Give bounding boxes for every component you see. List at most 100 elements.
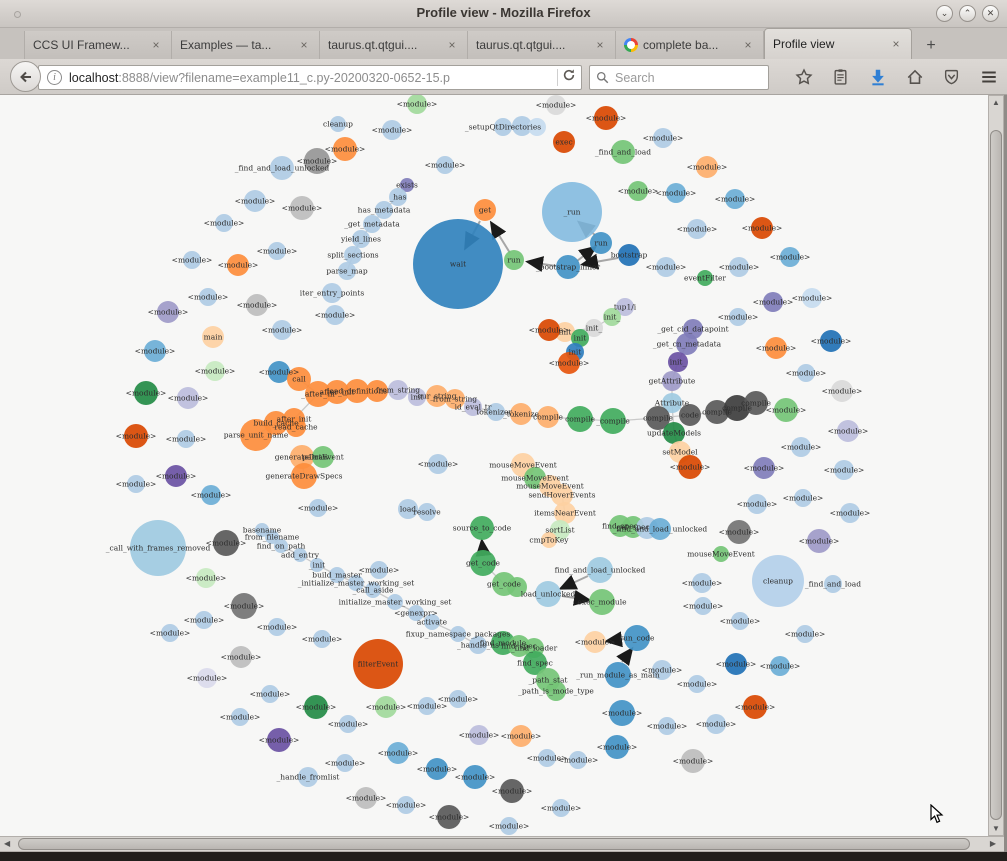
vertical-scrollbar[interactable]: ▲ ▼ [988, 95, 1004, 836]
page-info-icon[interactable]: i [47, 70, 62, 85]
svg-text:cleanup: cleanup [763, 577, 793, 586]
svg-text:_compile: _compile [596, 417, 630, 426]
svg-text:<module>: <module> [597, 743, 638, 752]
svg-text:resolve: resolve [413, 508, 441, 517]
svg-text:<module>: <module> [756, 344, 797, 353]
search-box[interactable] [589, 65, 769, 90]
svg-text:wait: wait [450, 260, 466, 269]
svg-text:<module>: <module> [786, 369, 827, 378]
tab-label: Examples — ta... [180, 38, 297, 52]
tab-taurus-qtgui-2[interactable]: taurus.qt.qtgui.... × [468, 31, 616, 59]
svg-text:<module>: <module> [529, 326, 570, 335]
url-text[interactable]: localhost:8888/view?filename=example11_c… [69, 71, 554, 85]
tab-google-search[interactable]: complete ba... × [616, 31, 764, 59]
home-icon [906, 68, 924, 86]
tab-close-icon[interactable]: × [149, 38, 163, 52]
reload-icon [562, 68, 576, 82]
svg-text:_bootstrap_inner: _bootstrap_inner [536, 263, 601, 272]
horizontal-scrollbar-thumb[interactable] [18, 838, 970, 850]
svg-text:<module>: <module> [237, 301, 278, 310]
svg-text:<module>: <module> [586, 114, 627, 123]
svg-text:<module>: <module> [682, 579, 723, 588]
tab-strip: CCS UI Framew... × Examples — ta... × ta… [0, 28, 1007, 59]
svg-text:<module>: <module> [677, 225, 718, 234]
svg-text:compile: compile [565, 415, 595, 424]
home-button[interactable] [902, 64, 927, 90]
svg-text:add_entry: add_entry [281, 551, 320, 560]
close-button[interactable]: ✕ [982, 5, 999, 22]
tab-profile-view[interactable]: Profile view × [764, 28, 912, 59]
menu-button[interactable] [976, 64, 1001, 90]
svg-text:<module>: <module> [822, 387, 863, 396]
svg-text:<module>: <module> [116, 432, 157, 441]
pocket-shield-button[interactable] [939, 64, 964, 90]
back-button[interactable] [10, 61, 41, 92]
svg-text:<module>: <module> [135, 347, 176, 356]
svg-text:run_code: run_code [620, 634, 656, 643]
bookmarks-menu-button[interactable] [828, 64, 853, 90]
reload-button[interactable] [561, 68, 581, 87]
tab-close-icon[interactable]: × [445, 38, 459, 52]
tab-taurus-qtgui-1[interactable]: taurus.qt.qtgui.... × [320, 31, 468, 59]
svg-text:<module>: <module> [296, 703, 337, 712]
url-path: :8888/view?filename=example11_c.py-20200… [118, 71, 450, 85]
svg-text:<module>: <module> [785, 630, 826, 639]
tab-close-icon[interactable]: × [593, 38, 607, 52]
svg-text:mouseMoveEvent: mouseMoveEvent [489, 461, 557, 470]
bookmark-star-button[interactable] [791, 64, 816, 90]
tab-label: taurus.qt.qtgui.... [476, 38, 593, 52]
svg-text:filterEvent: filterEvent [358, 660, 398, 669]
downloads-button[interactable] [865, 64, 890, 90]
download-arrow-icon [869, 68, 887, 86]
svg-text:<module>: <module> [425, 161, 466, 170]
scroll-up-icon[interactable]: ▲ [989, 98, 1003, 107]
horizontal-scrollbar[interactable]: ◀ ▶ [0, 836, 1004, 852]
svg-text:init_: init_ [604, 313, 621, 322]
new-tab-button[interactable]: + [916, 33, 946, 59]
scroll-left-icon[interactable]: ◀ [4, 839, 10, 848]
titlebar[interactable]: Profile view - Mozilla Firefox ⌄ ⌃ ✕ [0, 0, 1007, 28]
back-arrow-icon [18, 69, 34, 85]
scroll-down-icon[interactable]: ▼ [989, 824, 1003, 833]
vertical-scrollbar-thumb[interactable] [990, 130, 1002, 820]
svg-text:<module>: <module> [191, 491, 232, 500]
svg-text:code: code [681, 411, 700, 420]
minimize-button[interactable]: ⌄ [936, 5, 953, 22]
svg-text:split_sections: split_sections [327, 251, 378, 260]
profile-bubble-graph[interactable]: <module> <module> <module> cleanup <module> <… [0, 95, 986, 836]
tab-close-icon[interactable]: × [741, 38, 755, 52]
svg-text:mouseMoveEvent: mouseMoveEvent [687, 550, 755, 559]
restore-button[interactable]: ⌃ [959, 5, 976, 22]
svg-text:<module>: <module> [753, 298, 794, 307]
svg-text:<module>: <module> [541, 804, 582, 813]
scroll-right-icon[interactable]: ▶ [990, 839, 996, 848]
svg-text:<module>: <module> [811, 337, 852, 346]
svg-text:<module>: <module> [824, 466, 865, 475]
svg-text:init_: init_ [670, 358, 687, 367]
svg-text:_get_cn_metadata: _get_cn_metadata [653, 340, 722, 349]
svg-text:get: get [479, 206, 491, 215]
svg-text:<module>: <module> [166, 435, 207, 444]
page-content: <module> <module> <module> cleanup <module> <… [0, 95, 1007, 852]
tab-close-icon[interactable]: × [297, 38, 311, 52]
svg-text:parse_unit_name: parse_unit_name [224, 431, 289, 440]
svg-text:<module>: <module> [781, 443, 822, 452]
svg-text:setModel: setModel [662, 448, 698, 457]
svg-text:activate: activate [417, 618, 448, 627]
svg-text:<module>: <module> [186, 574, 227, 583]
svg-text:cmpToKey: cmpToKey [529, 536, 569, 545]
tab-ccs-ui-framework[interactable]: CCS UI Framew... × [24, 31, 172, 59]
svg-text:bootstrap: bootstrap [611, 251, 648, 260]
svg-text:<module>: <module> [642, 666, 683, 675]
tab-examples[interactable]: Examples — ta... × [172, 31, 320, 59]
svg-text:_call_with_frames_removed: _call_with_frames_removed [106, 544, 211, 553]
tab-close-icon[interactable]: × [889, 37, 903, 51]
svg-text:<module>: <module> [643, 134, 684, 143]
search-input[interactable] [615, 71, 745, 85]
svg-text:<module>: <module> [760, 662, 801, 671]
svg-text:_get_metadata: _get_metadata [344, 220, 400, 229]
svg-text:<module>: <module> [742, 224, 783, 233]
svg-text:<module>: <module> [744, 464, 785, 473]
svg-text:eventFilter: eventFilter [684, 274, 726, 283]
url-bar[interactable]: i localhost:8888/view?filename=example11… [38, 65, 582, 90]
